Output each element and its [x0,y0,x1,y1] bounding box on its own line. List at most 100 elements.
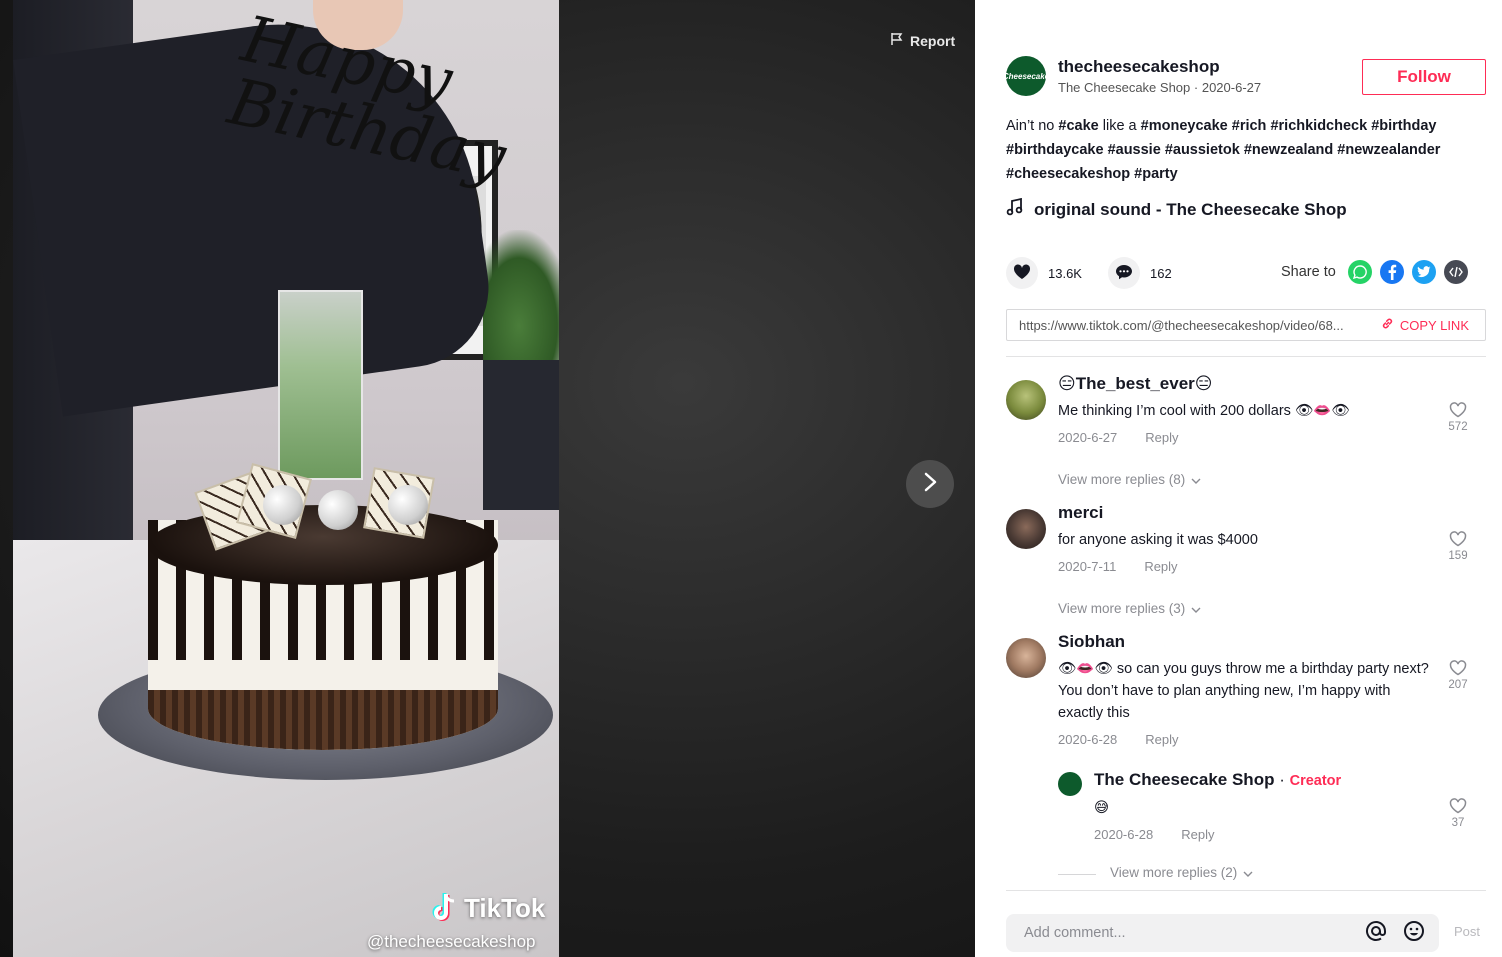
comment-like-button[interactable]: 159 [1446,531,1470,562]
reply-button[interactable]: Reply [1181,827,1214,842]
comment-like-count: 207 [1448,679,1468,691]
commenter-avatar[interactable] [1006,509,1046,549]
commenter-name[interactable]: 😑The_best_ever😑 [1058,372,1438,396]
view-more-replies-label: View more replies (2) [1110,865,1238,880]
hashtag-link[interactable]: #moneycake [1141,118,1228,134]
flag-icon [890,32,904,49]
chocolate-ball [318,490,358,530]
add-comment-input[interactable]: Add comment... [1006,914,1439,952]
follow-button[interactable]: Follow [1362,59,1486,95]
comment-text: 👁👄👁 so can you guys throw me a birthday … [1058,661,1429,721]
post-button[interactable]: Post [1454,924,1480,939]
copy-link-button[interactable]: COPY LINK [1371,317,1485,333]
report-label: Report [910,32,956,49]
creator-badge: Creator [1289,773,1342,789]
hashtag-link[interactable]: #cake [1058,118,1098,134]
mention-icon[interactable] [1365,920,1387,946]
author-avatar[interactable]: Cheesecake [1002,56,1050,96]
video-player[interactable]: Happy Birthday TikTok @thecheesecakeshop [13,0,559,957]
hashtag-link[interactable]: #richkidcheck [1270,118,1367,134]
comment-like-button[interactable]: 207 [1446,660,1470,691]
comment-text: 😅 [1094,800,1110,816]
creator-separator: · [1279,770,1285,789]
author-info[interactable]: Cheesecake thecheesecakeshop The Cheesec… [1002,56,1261,96]
comment-like-count: 572 [1448,421,1468,433]
tiktok-watermark: TikTok [430,892,545,924]
comment-count: 162 [1149,265,1172,281]
comment-like-button[interactable]: 572 [1446,402,1470,433]
hashtag-link[interactable]: #party [1134,166,1178,182]
commenter-name[interactable]: merci [1058,501,1438,525]
like-button[interactable] [1006,257,1038,289]
commenter-name[interactable]: Siobhan [1058,630,1438,654]
section-divider [1006,890,1486,891]
watermark-handle: @thecheesecakeshop [367,932,536,951]
details-panel: Cheesecake thecheesecakeshop The Cheesec… [975,0,1502,957]
author-avatar-text: Cheesecake [1002,71,1050,81]
hashtag-link[interactable]: #birthday [1371,118,1436,134]
next-video-button[interactable] [906,460,954,508]
video-caption: Ain’t no #cake like a #moneycake #rich #… [1006,114,1476,186]
post-date: 2020-6-27 [1201,80,1262,95]
hashtag-link[interactable]: #birthdaycake [1006,142,1104,158]
hashtag-link[interactable]: #newzealander [1337,142,1440,158]
hashtag-link[interactable]: #cheesecakeshop [1006,166,1130,182]
tiktok-watermark-text: TikTok [464,892,546,923]
caption-text: Ain’t no [1006,118,1059,134]
chevron-down-icon [1243,865,1253,880]
hashtag-link[interactable]: #newzealand [1244,142,1333,158]
heart-outline-icon [1449,660,1467,679]
comment-date: 2020-6-28 [1058,732,1118,747]
sound-label: original sound - The Cheesecake Shop [1034,199,1347,219]
twitter-icon[interactable] [1411,260,1436,284]
sound-link[interactable]: original sound - The Cheesecake Shop [1006,197,1347,221]
embed-icon[interactable] [1443,260,1468,284]
author-subline: The Cheesecake Shop · 2020-6-27 [1058,80,1261,95]
add-comment-placeholder: Add comment... [1024,925,1126,941]
commenter-avatar[interactable] [1006,380,1046,420]
reply-button[interactable]: Reply [1145,732,1178,747]
report-button[interactable]: Report [890,32,955,49]
money-pull-tube [278,290,363,480]
hashtag-link[interactable]: #rich [1232,118,1267,134]
whatsapp-icon[interactable] [1347,260,1372,284]
video-pane[interactable]: Happy Birthday TikTok @thecheesecakeshop… [0,0,975,957]
chevron-down-icon [1191,601,1201,616]
comments-list[interactable]: 😑The_best_ever😑 Me thinking I’m cool wit… [1006,368,1486,888]
author-username[interactable]: thecheesecakeshop [1058,57,1261,77]
chevron-right-icon [921,471,939,498]
chocolate-ball [263,485,303,525]
view-more-replies[interactable]: View more replies (8) [1058,472,1201,487]
comment-like-count: 37 [1451,817,1465,829]
view-more-replies[interactable]: View more replies (2) [1110,865,1253,880]
reply-button[interactable]: Reply [1145,430,1178,445]
heart-outline-icon [1449,531,1467,550]
video-link-url[interactable]: https://www.tiktok.com/@thecheesecakesho… [1019,318,1371,333]
hashtag-link[interactable]: #aussietok [1165,142,1240,158]
hashtag-link[interactable]: #aussie [1108,142,1161,158]
comment-date: 2020-6-27 [1058,430,1118,445]
creator-name[interactable]: The Cheesecake Shop [1094,770,1274,789]
comment-item: 😑The_best_ever😑 Me thinking I’m cool wit… [1006,372,1486,492]
comment-button[interactable] [1107,257,1140,289]
comment-date: 2020-7-11 [1058,559,1117,574]
creator-avatar[interactable] [1058,772,1082,796]
caption-text: like a [1098,118,1141,134]
comment-bubble-icon [1115,264,1133,283]
comment-like-count: 159 [1448,550,1468,562]
author-sub-separator: · [1193,80,1202,95]
view-more-replies-label: View more replies (3) [1058,601,1186,616]
view-more-replies[interactable]: View more replies (3) [1058,601,1201,616]
heart-icon [1013,263,1031,283]
facebook-icon[interactable] [1379,260,1404,284]
video-link-box[interactable]: https://www.tiktok.com/@thecheesecakesho… [1006,309,1486,341]
reply-button[interactable]: Reply [1144,559,1177,574]
heart-outline-icon [1449,402,1467,421]
commenter-avatar[interactable] [1006,638,1046,678]
link-icon [1381,317,1394,333]
chocolate-ball [388,485,428,525]
emoji-icon[interactable] [1403,920,1425,946]
section-divider [1006,356,1486,357]
comment-like-button[interactable]: 37 [1446,798,1470,829]
engagement-stats: 13.6K 162 [1006,257,1172,289]
